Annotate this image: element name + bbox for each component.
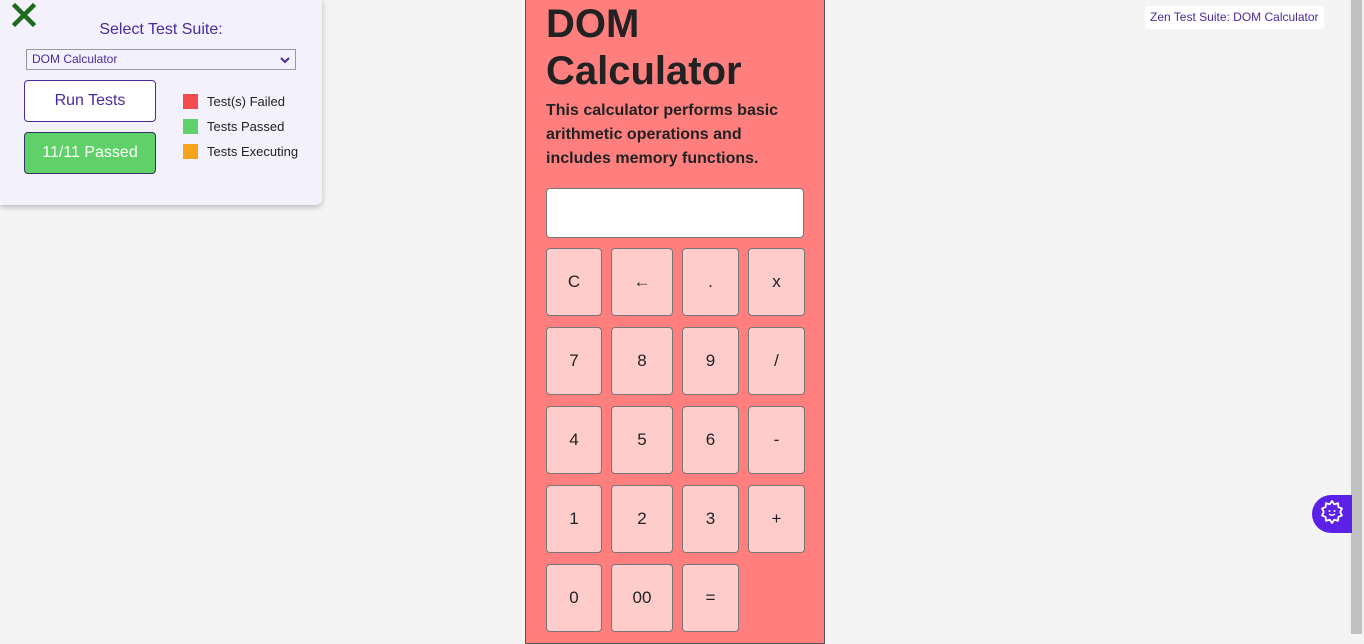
calculator-display[interactable]: [546, 188, 804, 238]
legend-label-failed: Test(s) Failed: [207, 94, 286, 109]
calculator-title: DOM Calculator: [546, 2, 742, 93]
selected-suite-value: DOM Calculator: [32, 52, 118, 66]
key-7[interactable]: 7: [546, 327, 602, 395]
key-9[interactable]: 9: [682, 327, 739, 395]
calculator-description: This calculator performs basic arithmeti…: [546, 102, 779, 167]
key-divide[interactable]: /: [748, 327, 805, 395]
key-clear[interactable]: C: [546, 248, 602, 316]
legend-item-passed: Tests Passed: [183, 114, 298, 139]
legend-swatch-executing: [183, 144, 198, 159]
key-subtract[interactable]: -: [748, 406, 805, 474]
tests-result-button[interactable]: 11/11 Passed: [24, 132, 156, 174]
key-4[interactable]: 4: [546, 406, 602, 474]
key-multiply[interactable]: x: [748, 248, 805, 316]
chevron-down-icon: [279, 54, 291, 66]
key-8[interactable]: 8: [611, 327, 673, 395]
key-1[interactable]: 1: [546, 485, 602, 553]
run-tests-button[interactable]: Run Tests: [24, 80, 156, 122]
key-5[interactable]: 5: [611, 406, 673, 474]
page-scrollbar[interactable]: [1349, 0, 1364, 634]
test-suite-badge: Zen Test Suite: DOM Calculator: [1145, 6, 1324, 29]
select-suite-label: Select Test Suite:: [99, 21, 223, 38]
legend-swatch-passed: [183, 119, 198, 134]
settings-button[interactable]: [1312, 495, 1352, 533]
legend-swatch-failed: [183, 94, 198, 109]
key-add[interactable]: +: [748, 485, 805, 553]
key-decimal[interactable]: .: [682, 248, 739, 316]
suite-select[interactable]: DOM Calculator: [26, 49, 296, 70]
key-0[interactable]: 0: [546, 564, 602, 632]
key-equals[interactable]: =: [682, 564, 739, 632]
legend-label-passed: Tests Passed: [207, 119, 285, 134]
legend-item-failed: Test(s) Failed: [183, 89, 298, 114]
key-2[interactable]: 2: [611, 485, 673, 553]
test-legend: Test(s) Failed Tests Passed Tests Execut…: [183, 89, 298, 164]
legend-label-executing: Tests Executing: [207, 144, 299, 159]
legend-item-executing: Tests Executing: [183, 139, 298, 164]
test-runner-panel: Select Test Suite: DOM Calculator Run Te…: [0, 0, 322, 205]
key-6[interactable]: 6: [682, 406, 739, 474]
key-backspace[interactable]: ←: [611, 248, 673, 316]
key-3[interactable]: 3: [682, 485, 739, 553]
gear-icon: [1319, 499, 1345, 529]
key-00[interactable]: 00: [611, 564, 673, 632]
calculator: DOM Calculator This calculator performs …: [525, 0, 825, 644]
scrollbar-thumb[interactable]: [1351, 0, 1362, 634]
